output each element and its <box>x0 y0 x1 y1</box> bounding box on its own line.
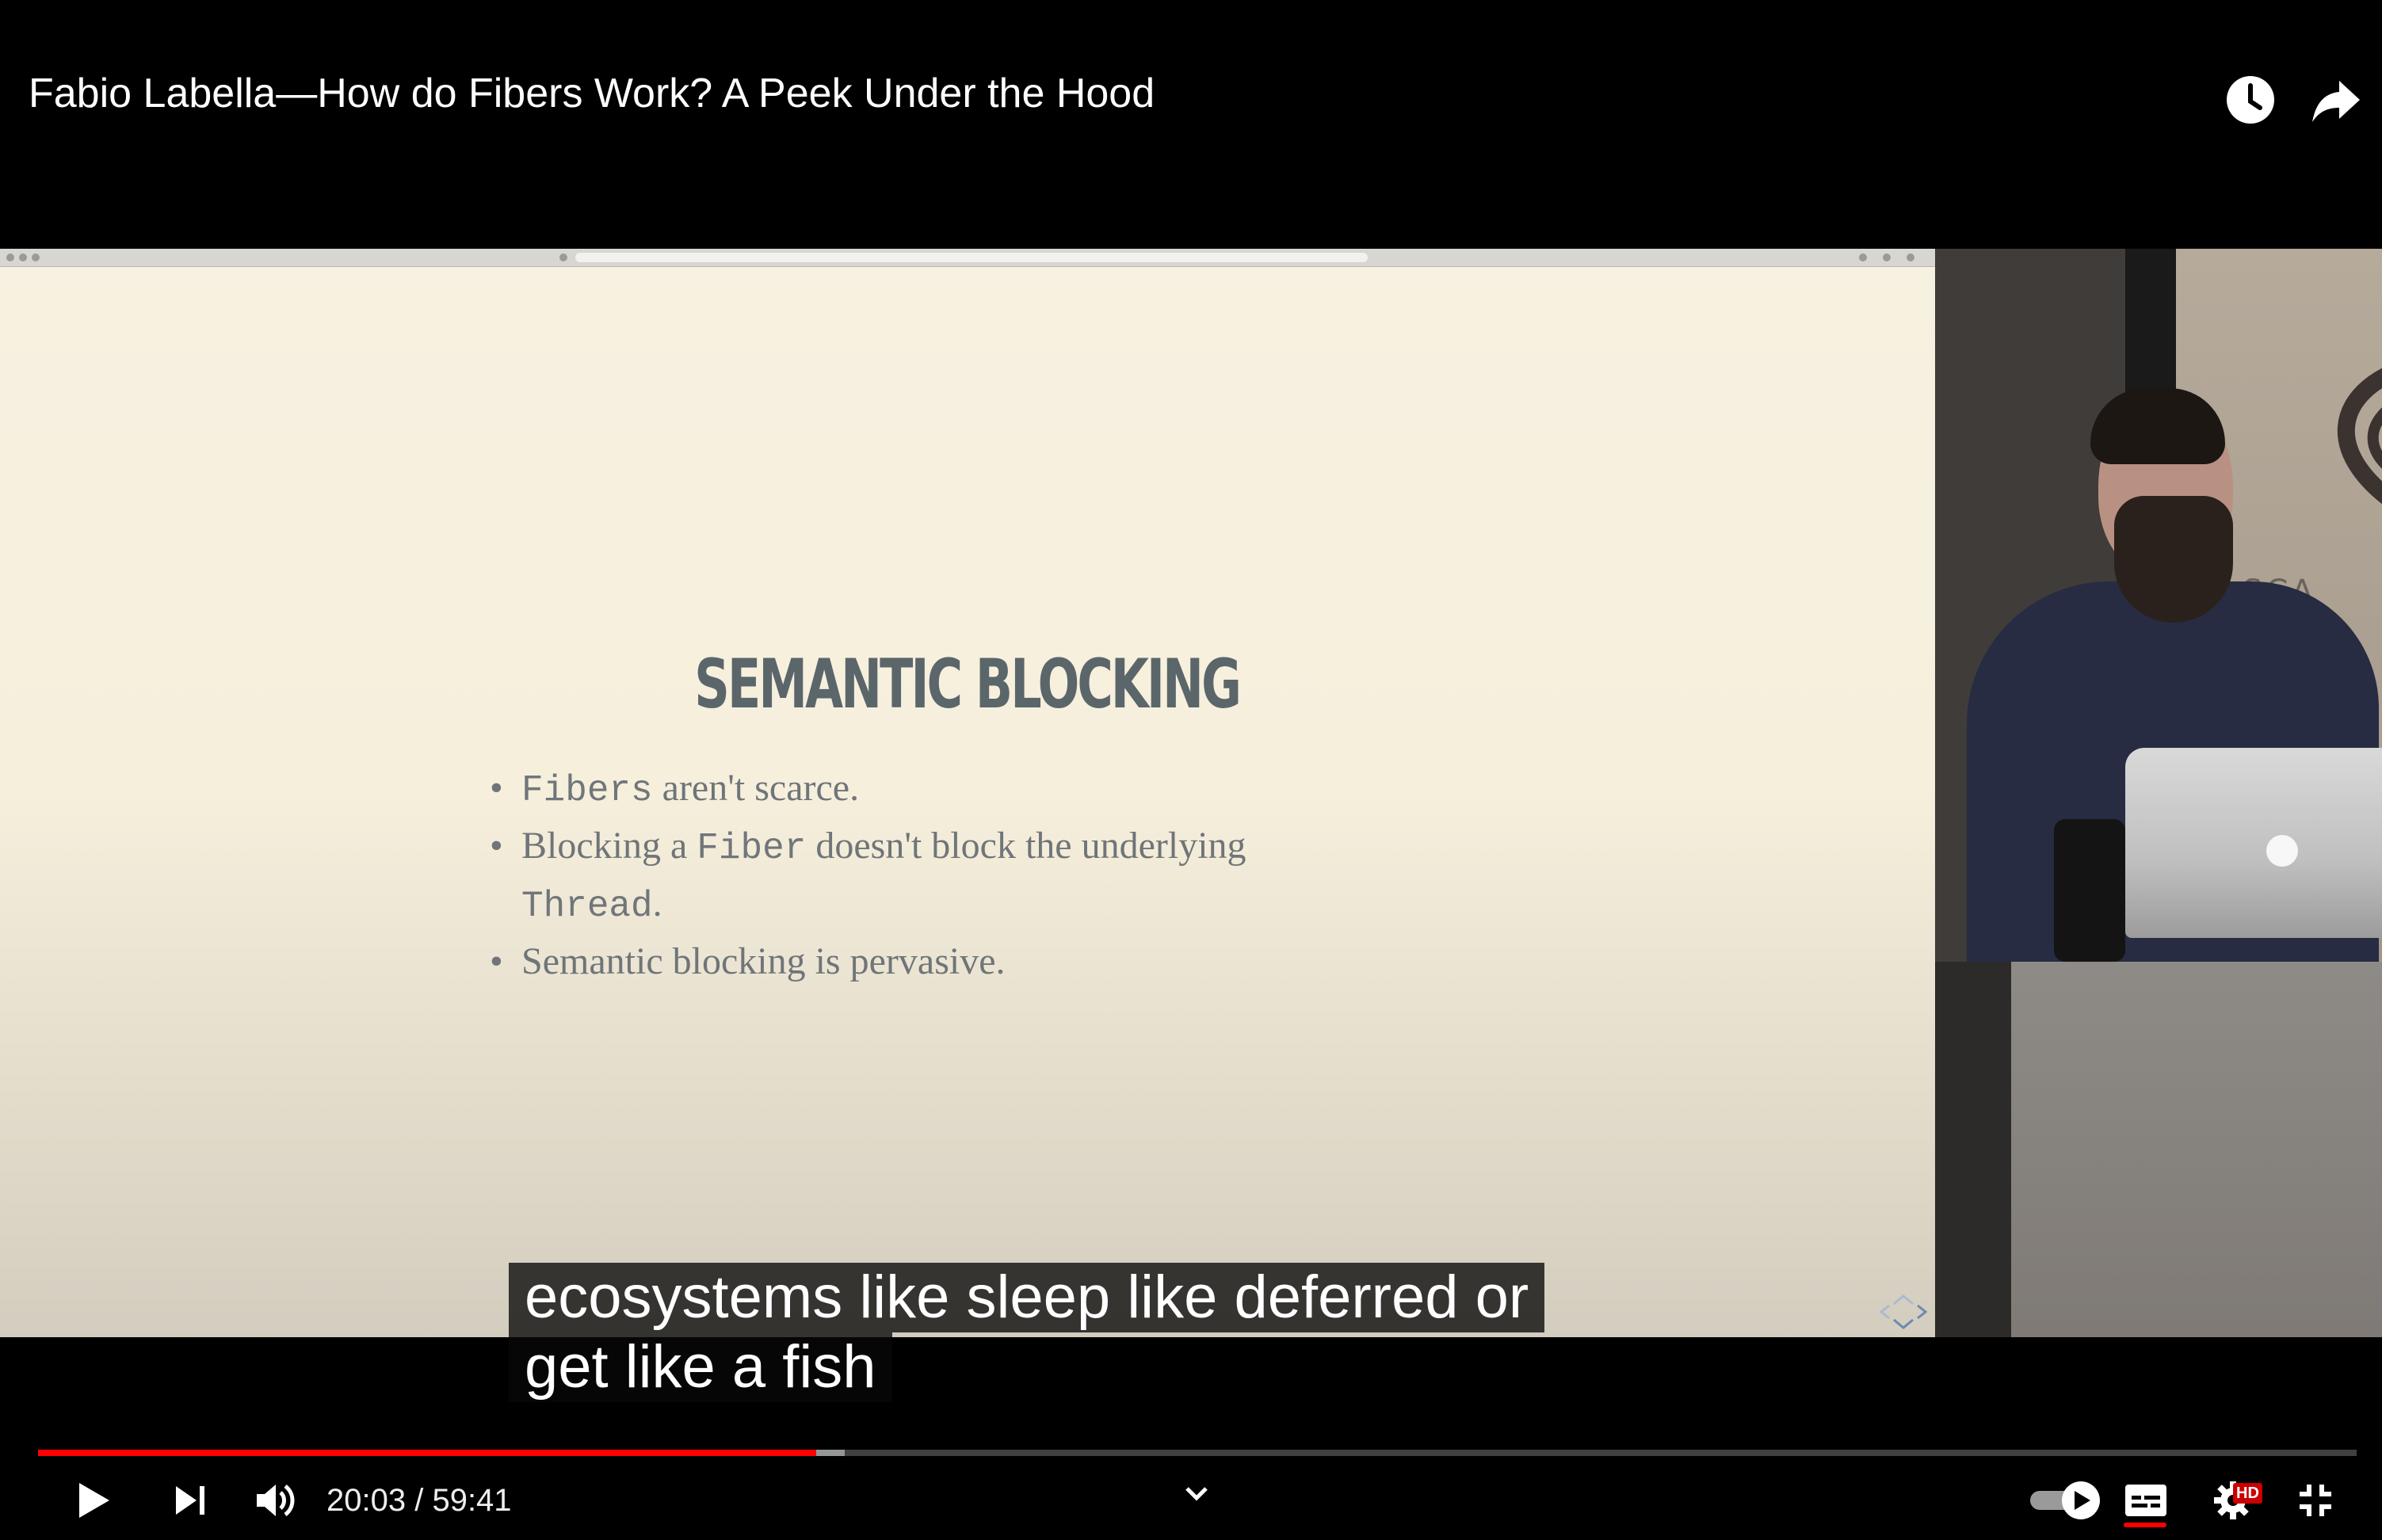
browser-address-bar <box>575 253 1368 262</box>
caption-line-2: get like a fish <box>509 1332 892 1402</box>
volume-icon <box>257 1485 295 1516</box>
slide-bullet-list: Fibers aren't scarce.Blocking a Fiber do… <box>485 760 1436 989</box>
slide-navigation-icon <box>1879 1294 1928 1329</box>
code-text: Fibers <box>521 770 653 811</box>
conference-logo-icon <box>2338 368 2382 505</box>
time-display: 20:03 / 59:41 <box>326 1483 512 1518</box>
bullet-text: Semantic blocking is pervasive. <box>521 940 1006 982</box>
seek-bar[interactable] <box>38 1450 2357 1456</box>
apple-logo-icon <box>2266 835 2298 867</box>
duration: 59:41 <box>432 1483 512 1518</box>
video-title[interactable]: Fabio Labella—How do Fibers Work? A Peek… <box>29 73 1155 114</box>
next-icon <box>176 1486 204 1515</box>
next-button[interactable] <box>165 1475 216 1526</box>
exit-fullscreen-button[interactable] <box>2290 1475 2341 1526</box>
slide-bullet: Fibers aren't scarce. <box>485 760 1436 818</box>
presentation-slide: SEMANTIC BLOCKING Fibers aren't scarce.B… <box>0 249 1935 1337</box>
code-text: Fiber <box>697 828 807 869</box>
video-frame[interactable]: SEMANTIC BLOCKING Fibers aren't scarce.B… <box>0 249 2382 1337</box>
autoplay-toggle[interactable] <box>2022 1475 2109 1526</box>
slide-bullet: Semantic blocking is pervasive. <box>485 934 1436 989</box>
play-button[interactable] <box>68 1475 119 1526</box>
slide-bullet-continuation: Thread. <box>485 876 1436 934</box>
captions-button[interactable] <box>2121 1475 2171 1526</box>
expand-chevron-button[interactable] <box>1181 1478 1212 1510</box>
share-icon <box>2312 81 2360 122</box>
volume-button[interactable] <box>250 1475 301 1526</box>
captions-icon <box>2125 1485 2166 1516</box>
watch-later-button[interactable] <box>2224 73 2277 127</box>
play-icon <box>79 1483 109 1518</box>
captions-active-indicator <box>2124 1523 2166 1527</box>
current-time: 20:03 <box>326 1483 407 1518</box>
speaker-laptop <box>2125 748 2382 938</box>
bullet-text: doesn't block the underlying <box>806 825 1246 867</box>
caption-line-1: ecosystems like sleep like deferred or <box>509 1263 1545 1332</box>
speaker-camera-feed: SCA <box>1935 249 2382 1337</box>
hd-badge: HD <box>2233 1483 2262 1504</box>
time-separator: / <box>406 1483 433 1518</box>
bullet-text: Blocking a <box>521 825 697 867</box>
video-player: Fabio Labella—How do Fibers Work? A Peek… <box>0 0 2382 1540</box>
share-button[interactable] <box>2309 73 2363 127</box>
slide-bullet: Blocking a Fiber doesn't block the under… <box>485 818 1436 876</box>
microphone <box>2054 819 2125 962</box>
browser-toolbar <box>0 249 1935 267</box>
closed-captions: ecosystems like sleep like deferred or g… <box>509 1263 1545 1402</box>
clock-icon <box>2227 76 2274 124</box>
bullet-text: aren't scarce. <box>652 767 860 809</box>
chevron-down-icon <box>1185 1487 1208 1501</box>
bullet-text: . <box>652 882 662 924</box>
autoplay-toggle-icon <box>2030 1481 2100 1519</box>
slide-title: SEMANTIC BLOCKING <box>694 645 1242 724</box>
exit-fullscreen-icon <box>2300 1485 2331 1516</box>
played-progress <box>38 1450 816 1456</box>
code-text: Thread <box>521 886 653 927</box>
